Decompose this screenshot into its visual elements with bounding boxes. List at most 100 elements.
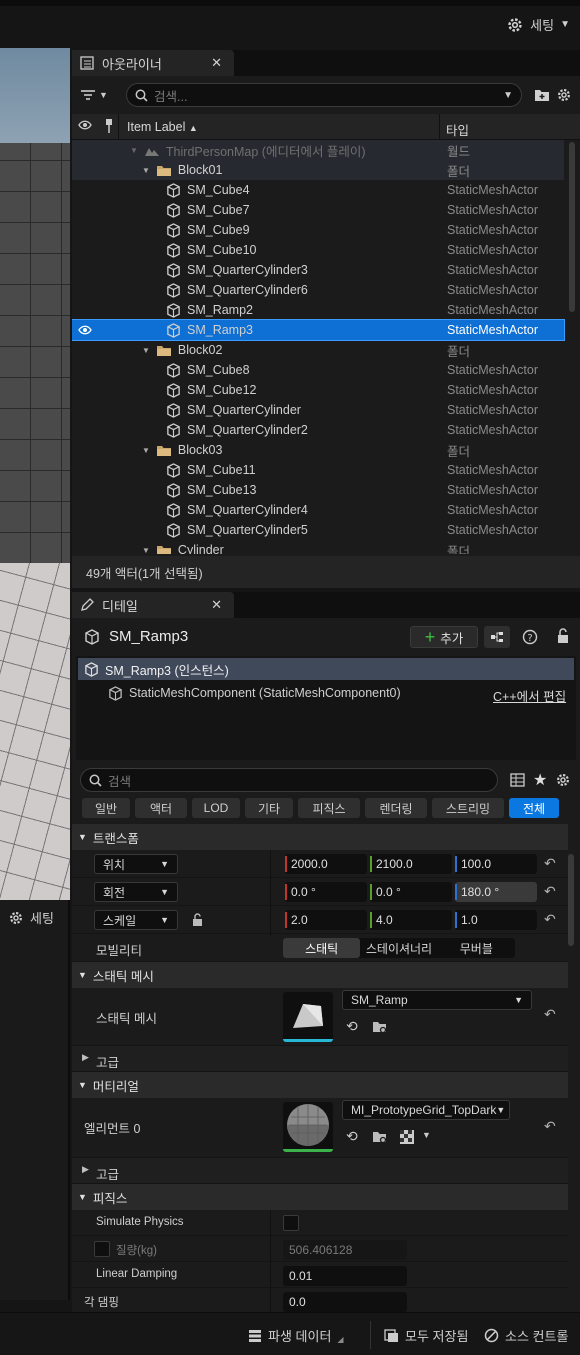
derived-data-button[interactable]: 파생 데이터 ◢ xyxy=(248,1326,344,1345)
outliner-row[interactable]: SM_QuarterCylinder6 StaticMeshActor xyxy=(72,280,564,300)
browse-folder-icon[interactable] xyxy=(372,1020,388,1034)
filter-chip[interactable]: 액터 xyxy=(135,798,187,818)
outliner-row[interactable]: SM_Cube4 StaticMeshActor xyxy=(72,180,564,200)
outliner-row[interactable]: SM_Cube8 StaticMeshActor xyxy=(72,360,564,380)
component-instance-row[interactable]: SM_Ramp3 (인스턴스) xyxy=(78,658,574,680)
reset-icon[interactable]: ↶ xyxy=(544,911,556,928)
unlock-icon[interactable] xyxy=(192,913,204,927)
outliner-folder-row[interactable]: ▼ Block03 폴더 xyxy=(72,440,564,460)
mass-override-checkbox[interactable] xyxy=(94,1241,110,1257)
static-mesh-thumbnail[interactable] xyxy=(283,992,333,1042)
expand-arrow-icon[interactable]: ▼ xyxy=(130,146,138,155)
angular-damping-field[interactable]: 0.0 xyxy=(283,1292,407,1312)
use-selected-icon[interactable]: ⟲ xyxy=(346,1128,358,1145)
outliner-row[interactable]: SM_Cube7 StaticMeshActor xyxy=(72,200,564,220)
visibility-column-icon[interactable] xyxy=(78,119,92,134)
level-viewport[interactable] xyxy=(0,48,70,900)
rotation-z-field[interactable]: 180.0 ° xyxy=(455,882,537,902)
filter-chip[interactable]: 피직스 xyxy=(298,798,360,818)
scale-x-field[interactable]: 2.0 xyxy=(285,910,367,930)
filter-button[interactable]: ▼ xyxy=(80,88,120,102)
outliner-search-input[interactable]: 검색... ▼ xyxy=(126,83,522,107)
outliner-scrollbar[interactable] xyxy=(569,142,575,312)
checker-texture-icon[interactable] xyxy=(400,1130,414,1144)
star-icon[interactable]: ★ xyxy=(533,770,547,790)
reset-icon[interactable]: ↶ xyxy=(544,1118,556,1135)
mobility-option[interactable]: 스테이셔너리 xyxy=(360,938,437,958)
outliner-row[interactable]: SM_Cube9 StaticMeshActor xyxy=(72,220,564,240)
outliner-folder-row[interactable]: ▼ Block01 폴더 xyxy=(72,160,564,180)
close-icon[interactable]: ✕ xyxy=(211,597,222,613)
outliner-row[interactable]: SM_QuarterCylinder2 StaticMeshActor xyxy=(72,420,564,440)
outliner-row[interactable]: SM_Cube13 StaticMeshActor xyxy=(72,480,564,500)
details-search-input[interactable]: 검색 xyxy=(80,768,498,792)
filter-chip[interactable]: 스트리밍 xyxy=(432,798,504,818)
outliner-row[interactable]: ▼ ThirdPersonMap (에디터에서 플레이) 월드 xyxy=(72,140,564,160)
outliner-row[interactable]: SM_QuarterCylinder3 StaticMeshActor xyxy=(72,260,564,280)
outliner-row[interactable]: SM_Ramp2 StaticMeshActor xyxy=(72,300,564,320)
section-transform[interactable]: ▼ 트랜스폼 xyxy=(72,824,568,850)
rotation-x-field[interactable]: 0.0 ° xyxy=(285,882,367,902)
location-x-field[interactable]: 2000.0 xyxy=(285,854,367,874)
reset-icon[interactable]: ↶ xyxy=(544,883,556,900)
chevron-down-icon[interactable]: ▼ xyxy=(422,1130,431,1140)
materials-advanced[interactable]: ▶ 고급 xyxy=(72,1158,568,1184)
details-scrollbar[interactable] xyxy=(568,854,574,946)
tab-outliner[interactable]: 아웃라이너 ✕ xyxy=(72,50,234,76)
column-type[interactable]: 타입 xyxy=(446,120,469,139)
filter-chip[interactable]: 렌더링 xyxy=(365,798,427,818)
outliner-folder-row[interactable]: ▼ Cylinder 폴더 xyxy=(72,540,564,554)
gear-icon[interactable] xyxy=(555,772,571,788)
table-view-icon[interactable] xyxy=(510,773,525,787)
location-dropdown[interactable]: 위치 ▼ xyxy=(94,854,178,874)
static-mesh-advanced[interactable]: ▶ 고급 xyxy=(72,1046,568,1072)
outliner-row[interactable]: SM_Cube12 StaticMeshActor xyxy=(72,380,564,400)
chevron-down-icon[interactable]: ▼ xyxy=(503,90,513,101)
lock-icon[interactable] xyxy=(556,628,570,644)
help-icon[interactable]: ? xyxy=(522,629,538,645)
location-y-field[interactable]: 2100.0 xyxy=(370,854,452,874)
static-mesh-dropdown[interactable]: SM_Ramp ▼ xyxy=(342,990,532,1010)
filter-chip[interactable]: 일반 xyxy=(82,798,130,818)
section-physics[interactable]: ▼ 피직스 xyxy=(72,1184,568,1210)
material-thumbnail[interactable] xyxy=(283,1102,333,1152)
add-folder-icon[interactable] xyxy=(534,88,550,102)
section-materials[interactable]: ▼ 머티리얼 xyxy=(72,1072,568,1098)
filter-chip[interactable]: LOD xyxy=(192,798,240,818)
expand-arrow-icon[interactable]: ▼ xyxy=(142,346,150,355)
linear-damping-field[interactable]: 0.01 xyxy=(283,1266,407,1286)
location-z-field[interactable]: 100.0 xyxy=(455,854,537,874)
outliner-row[interactable]: SM_QuarterCylinder StaticMeshActor xyxy=(72,400,564,420)
column-item-label[interactable]: Item Label ▲ xyxy=(127,120,198,134)
rotation-y-field[interactable]: 0.0 ° xyxy=(370,882,452,902)
scale-dropdown[interactable]: 스케일 ▼ xyxy=(94,910,178,930)
expand-arrow-icon[interactable]: ▼ xyxy=(142,446,150,455)
scale-z-field[interactable]: 1.0 xyxy=(455,910,537,930)
outliner-row[interactable]: SM_QuarterCylinder5 StaticMeshActor xyxy=(72,520,564,540)
edit-in-cpp-link[interactable]: C++에서 편집 xyxy=(493,686,566,705)
outliner-folder-row[interactable]: ▼ Block02 폴더 xyxy=(72,340,564,360)
mobility-option[interactable]: 스태틱 xyxy=(283,938,361,958)
eye-icon[interactable] xyxy=(78,324,92,339)
close-icon[interactable]: ✕ xyxy=(211,55,222,71)
outliner-row[interactable]: SM_QuarterCylinder4 StaticMeshActor xyxy=(72,500,564,520)
reset-icon[interactable]: ↶ xyxy=(544,855,556,872)
simulate-physics-checkbox[interactable] xyxy=(283,1215,299,1231)
filter-chip[interactable]: 기타 xyxy=(245,798,293,818)
expand-arrow-icon[interactable]: ▼ xyxy=(142,546,150,555)
outliner-row[interactable]: SM_Cube10 StaticMeshActor xyxy=(72,240,564,260)
save-all-button[interactable]: 모두 저장됨 xyxy=(384,1326,468,1345)
tab-details[interactable]: 디테일 ✕ xyxy=(72,592,234,618)
top-settings-button[interactable]: 세팅 ▼ xyxy=(506,15,570,34)
reset-icon[interactable]: ↶ xyxy=(544,1006,556,1023)
use-selected-icon[interactable]: ⟲ xyxy=(346,1018,358,1035)
pin-column-icon[interactable] xyxy=(104,118,114,137)
filter-chip[interactable]: 전체 xyxy=(509,798,559,818)
section-static-mesh[interactable]: ▼ 스태틱 메시 xyxy=(72,962,568,988)
browse-folder-icon[interactable] xyxy=(372,1130,388,1144)
scale-y-field[interactable]: 4.0 xyxy=(370,910,452,930)
blueprint-button[interactable] xyxy=(484,626,510,648)
material-dropdown[interactable]: MI_PrototypeGrid_TopDark ▼ xyxy=(342,1100,510,1120)
outliner-row[interactable]: SM_Cube11 StaticMeshActor xyxy=(72,460,564,480)
expand-arrow-icon[interactable]: ▼ xyxy=(142,166,150,175)
